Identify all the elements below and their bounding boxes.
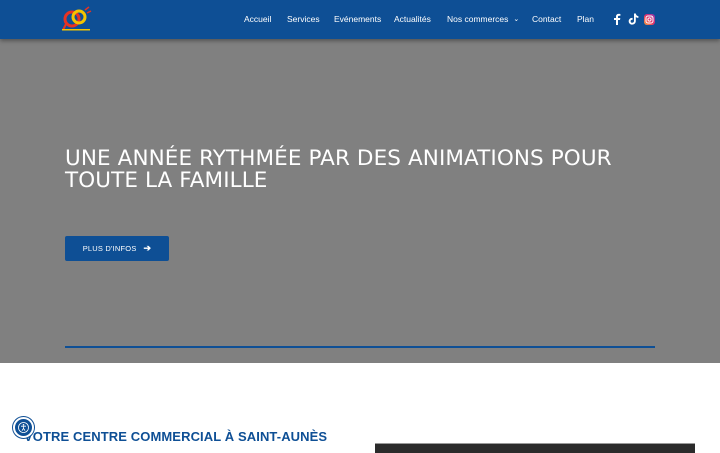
- video-embed[interactable]: [375, 443, 695, 453]
- more-info-button[interactable]: PLUS D'INFOS ➔: [65, 236, 169, 261]
- section-title: VOTRE CENTRE COMMERCIAL À SAINT-AUNÈS: [24, 429, 328, 444]
- hero-title: UNE ANNÉE RYTHMÉE PAR DES ANIMATIONS POU…: [65, 146, 612, 193]
- site-logo[interactable]: [58, 4, 98, 34]
- hero-divider: [65, 346, 655, 348]
- nav-actualites[interactable]: Actualités: [394, 14, 431, 24]
- accessibility-icon: [18, 422, 29, 433]
- more-info-label: PLUS D'INFOS: [82, 244, 137, 253]
- arrow-right-icon: ➔: [143, 243, 152, 253]
- nav-contact[interactable]: Contact: [532, 14, 561, 24]
- chevron-down-icon: ⌄: [513, 16, 520, 23]
- nav-nos-commerces-label: Nos commerces: [447, 14, 509, 24]
- site-header: Accueil Services Evénements Actualités N…: [0, 0, 720, 39]
- nav-nos-commerces[interactable]: Nos commerces ⌄: [447, 14, 519, 24]
- tiktok-icon[interactable]: [627, 13, 639, 25]
- accessibility-button[interactable]: [13, 417, 34, 438]
- instagram-icon[interactable]: [643, 13, 655, 25]
- nav-plan[interactable]: Plan: [577, 14, 594, 24]
- hero-section: [0, 39, 720, 363]
- nav-evenements[interactable]: Evénements: [334, 14, 381, 24]
- nav-services[interactable]: Services: [287, 14, 320, 24]
- nav-accueil[interactable]: Accueil: [244, 14, 271, 24]
- facebook-icon[interactable]: [611, 13, 623, 25]
